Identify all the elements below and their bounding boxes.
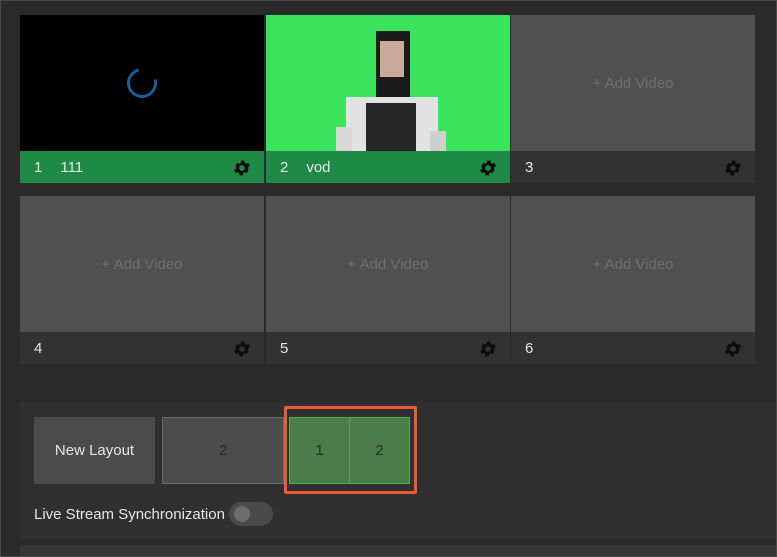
- video-tile-5[interactable]: + Add Video 5: [266, 196, 510, 364]
- gear-icon[interactable]: [478, 158, 498, 178]
- layout-panel: New Layout 2 1 2 Live Stream Synchroniza…: [20, 402, 777, 539]
- bottom-strip: [20, 545, 777, 557]
- new-layout-button[interactable]: New Layout: [34, 417, 155, 484]
- loading-spinner-icon: [121, 62, 163, 104]
- video-tile-1[interactable]: 1 111: [20, 15, 264, 183]
- video-view: [266, 15, 510, 151]
- layout-cell: 2: [218, 442, 228, 459]
- tile-index: 6: [525, 339, 534, 357]
- tile-index: 5: [280, 339, 289, 357]
- video-tile-3[interactable]: + Add Video 3: [511, 15, 755, 183]
- tile-index: 1: [34, 158, 43, 176]
- gear-icon[interactable]: [232, 339, 252, 359]
- tile-index: 2: [280, 158, 289, 176]
- tile-bar: 1 111: [20, 151, 264, 183]
- video-view: [20, 15, 264, 151]
- toggle-knob: [233, 506, 250, 522]
- add-video-button[interactable]: + Add Video: [266, 196, 510, 332]
- video-tile-2[interactable]: 2 vod: [266, 15, 510, 183]
- tile-bar: 3: [511, 151, 755, 183]
- video-tile-6[interactable]: + Add Video 6: [511, 196, 755, 364]
- layout-option-single[interactable]: 2: [162, 417, 284, 484]
- selection-highlight: [284, 406, 417, 494]
- tile-bar: 6: [511, 332, 755, 364]
- video-tile-4[interactable]: + Add Video 4: [20, 196, 264, 364]
- tile-bar: 4: [20, 332, 264, 364]
- sync-toggle[interactable]: [228, 502, 273, 526]
- sync-label: Live Stream Synchronization: [34, 505, 225, 523]
- add-video-button[interactable]: + Add Video: [511, 15, 755, 151]
- video-frame-person: [336, 31, 446, 151]
- add-video-button[interactable]: + Add Video: [20, 196, 264, 332]
- tile-name: 111: [60, 158, 84, 176]
- live-stream-sync: Live Stream Synchronization: [34, 502, 273, 526]
- tile-index: 4: [34, 339, 43, 357]
- tile-index: 3: [525, 158, 534, 176]
- gear-icon[interactable]: [478, 339, 498, 359]
- tile-name: vod: [306, 158, 331, 176]
- gear-icon[interactable]: [232, 158, 252, 178]
- tile-bar: 5: [266, 332, 510, 364]
- gear-icon[interactable]: [723, 339, 743, 359]
- add-video-button[interactable]: + Add Video: [511, 196, 755, 332]
- tile-bar: 2 vod: [266, 151, 510, 183]
- gear-icon[interactable]: [723, 158, 743, 178]
